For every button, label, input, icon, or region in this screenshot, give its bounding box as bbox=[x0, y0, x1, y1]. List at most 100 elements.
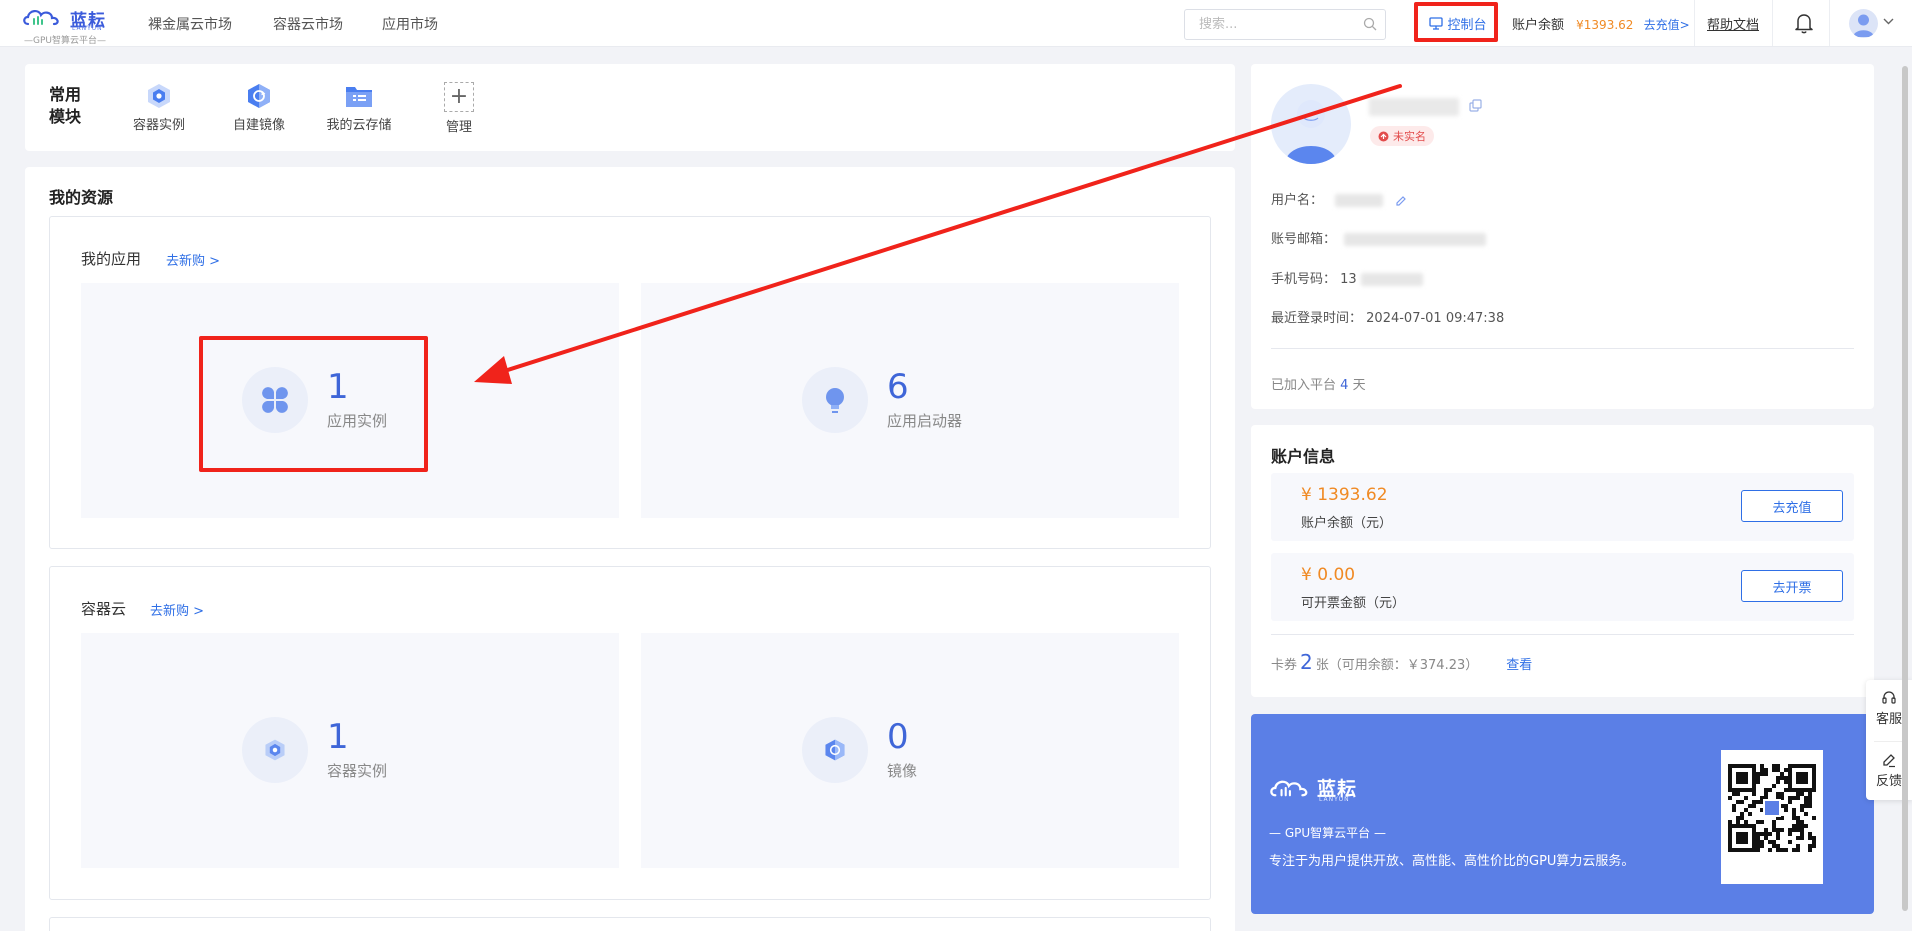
username-redacted bbox=[1369, 98, 1459, 116]
coupon-row: 卡券 2 张（可用余额：￥374.23） 查看 bbox=[1271, 650, 1532, 674]
nav-app-market[interactable]: 应用市场 bbox=[382, 14, 438, 34]
brand-name-en: LANYUN bbox=[72, 25, 103, 32]
cloud-logo-icon bbox=[1270, 780, 1308, 797]
header-divider bbox=[1772, 0, 1773, 46]
phone-prefix: 13 bbox=[1340, 272, 1357, 287]
console-label: 控制台 bbox=[1447, 17, 1487, 33]
header-divider bbox=[1694, 0, 1695, 46]
promo-brand-en: LANYUN bbox=[1319, 796, 1350, 803]
copy-icon[interactable] bbox=[1469, 99, 1482, 112]
image-icon bbox=[825, 739, 845, 761]
app-launcher-tile[interactable]: 6 应用启动器 bbox=[641, 283, 1179, 518]
monitor-icon bbox=[1429, 16, 1444, 30]
cloud-storage-icon bbox=[346, 87, 372, 107]
recharge-button[interactable]: 去充值 bbox=[1741, 490, 1843, 522]
my-apps-section: 我的应用 去新购 > 1 应用实例 6 应用启动器 bbox=[49, 216, 1211, 549]
chevron-down-icon[interactable] bbox=[1883, 18, 1894, 25]
brand-subtitle: —GPU智算云平台— bbox=[24, 36, 106, 46]
feedback-label: 反馈 bbox=[1875, 774, 1902, 789]
container-instance-count: 1 bbox=[327, 717, 349, 757]
app-instance-icon bbox=[262, 387, 288, 413]
quick-modules-title: 常用模块 bbox=[49, 85, 82, 126]
my-apps-title: 我的应用 bbox=[81, 250, 142, 268]
quick-item-cloud-storage[interactable]: 我的云存储 bbox=[314, 82, 404, 133]
promo-subtitle: — GPU智算云平台 — bbox=[1269, 826, 1386, 840]
phone-value-redacted bbox=[1360, 273, 1423, 286]
app-instance-label: 应用实例 bbox=[327, 412, 388, 430]
avatar[interactable] bbox=[1849, 9, 1878, 38]
promo-logo: 蓝耘 LANYUN bbox=[1269, 774, 1369, 806]
scrollbar[interactable] bbox=[1902, 66, 1908, 911]
my-apps-buy-link[interactable]: 去新购 > bbox=[166, 250, 220, 269]
header-divider bbox=[1829, 0, 1830, 46]
username-value-redacted bbox=[1335, 194, 1384, 207]
next-section bbox=[49, 917, 1211, 931]
app-launcher-label: 应用启动器 bbox=[887, 412, 963, 430]
header-recharge-link[interactable]: 去充值> bbox=[1644, 18, 1690, 32]
profile-card: 未实名 用户名： 账号邮箱： 手机号码： 13 最近登录时间： 2024-07-… bbox=[1251, 64, 1874, 409]
header-balance-amount: ¥1393.62 bbox=[1576, 18, 1634, 32]
profile-divider bbox=[1271, 348, 1854, 349]
image-label: 镜像 bbox=[887, 762, 918, 780]
balance-label: 账户余额（元） bbox=[1301, 516, 1393, 531]
promo-banner: 蓝耘 LANYUN — GPU智算云平台 — 专注于为用户提供开放、高性能、高性… bbox=[1251, 714, 1874, 914]
container-cloud-section: 容器云 去新购 > 1 容器实例 0 镜像 bbox=[49, 566, 1211, 900]
nav-container-market[interactable]: 容器云市场 bbox=[273, 14, 343, 34]
username-label: 用户名： bbox=[1271, 193, 1324, 208]
search-input[interactable] bbox=[1199, 10, 1359, 39]
container-instance-icon-wrap bbox=[242, 717, 308, 783]
balance-amount: ¥ 1393.62 bbox=[1301, 485, 1388, 505]
invoice-row: ¥ 0.00 可开票金额（元） 去开票 bbox=[1271, 553, 1854, 621]
warning-icon bbox=[1378, 131, 1389, 141]
container-cloud-buy-link[interactable]: 去新购 > bbox=[150, 600, 204, 619]
bell-icon[interactable] bbox=[1794, 12, 1814, 34]
container-cloud-title: 容器云 bbox=[81, 600, 127, 618]
container-instance-tile[interactable]: 1 容器实例 bbox=[81, 633, 619, 868]
nav-bare-metal-market[interactable]: 裸金属云市场 bbox=[148, 14, 232, 34]
qr-code-icon bbox=[1728, 764, 1816, 852]
promo-description: 专注于为用户提供开放、高性能、高性价比的GPU算力云服务。 bbox=[1269, 854, 1635, 869]
search-box bbox=[1184, 9, 1386, 40]
coupon-prefix: 卡券 bbox=[1271, 658, 1298, 673]
avatar[interactable] bbox=[1271, 84, 1351, 164]
quick-item-label: 容器实例 bbox=[132, 118, 185, 133]
joined-days: 4 bbox=[1340, 378, 1349, 393]
my-resources-title: 我的资源 bbox=[49, 188, 114, 207]
qr-code bbox=[1721, 750, 1823, 884]
last-login-value: 2024-07-01 09:47:38 bbox=[1366, 311, 1505, 326]
header-balance-label: 账户余额 bbox=[1512, 18, 1565, 33]
search-icon[interactable] bbox=[1363, 17, 1377, 31]
float-divider bbox=[1874, 741, 1904, 742]
quick-modules-card: 常用模块 容器实例 自建镜像 我的云存储 + 管理 bbox=[25, 64, 1235, 151]
cloud-logo-icon bbox=[23, 10, 59, 26]
feedback-icon bbox=[1883, 754, 1895, 768]
console-button[interactable]: 控制台 bbox=[1418, 6, 1498, 40]
app-instance-count: 1 bbox=[327, 367, 349, 407]
customer-service-label: 客服 bbox=[1875, 712, 1902, 727]
email-label: 账号邮箱： bbox=[1271, 232, 1337, 247]
app-instance-tile[interactable]: 1 应用实例 bbox=[81, 283, 619, 518]
phone-row: 手机号码： 13 bbox=[1271, 268, 1423, 287]
plus-icon: + bbox=[444, 82, 474, 112]
quick-item-manage[interactable]: + 管理 bbox=[414, 82, 504, 135]
quick-item-label: 我的云存储 bbox=[326, 118, 392, 133]
quick-item-label: 自建镜像 bbox=[232, 118, 285, 133]
app-launcher-icon bbox=[826, 388, 844, 413]
quick-item-custom-image[interactable]: 自建镜像 bbox=[214, 82, 304, 133]
last-login-label: 最近登录时间： bbox=[1271, 311, 1363, 326]
coupon-suffix: 张（可用余额：￥374.23） bbox=[1315, 658, 1479, 673]
invoice-button[interactable]: 去开票 bbox=[1741, 570, 1843, 602]
image-count: 0 bbox=[887, 717, 909, 757]
edit-icon[interactable] bbox=[1395, 195, 1407, 207]
coupon-view-link[interactable]: 查看 bbox=[1506, 654, 1532, 673]
joined-suffix: 天 bbox=[1352, 378, 1366, 393]
unverified-label: 未实名 bbox=[1393, 130, 1426, 143]
unverified-badge: 未实名 bbox=[1370, 126, 1434, 146]
image-tile[interactable]: 0 镜像 bbox=[641, 633, 1179, 868]
user-avatar-icon bbox=[1853, 14, 1874, 37]
brand-logo[interactable]: 蓝耘 LANYUN —GPU智算云平台— bbox=[22, 5, 106, 46]
quick-item-container-instance[interactable]: 容器实例 bbox=[114, 82, 204, 133]
joined-days-text: 已加入平台 4 天 bbox=[1271, 374, 1366, 393]
app-launcher-icon-wrap bbox=[802, 367, 868, 433]
help-docs-link[interactable]: 帮助文档 bbox=[1707, 14, 1759, 33]
